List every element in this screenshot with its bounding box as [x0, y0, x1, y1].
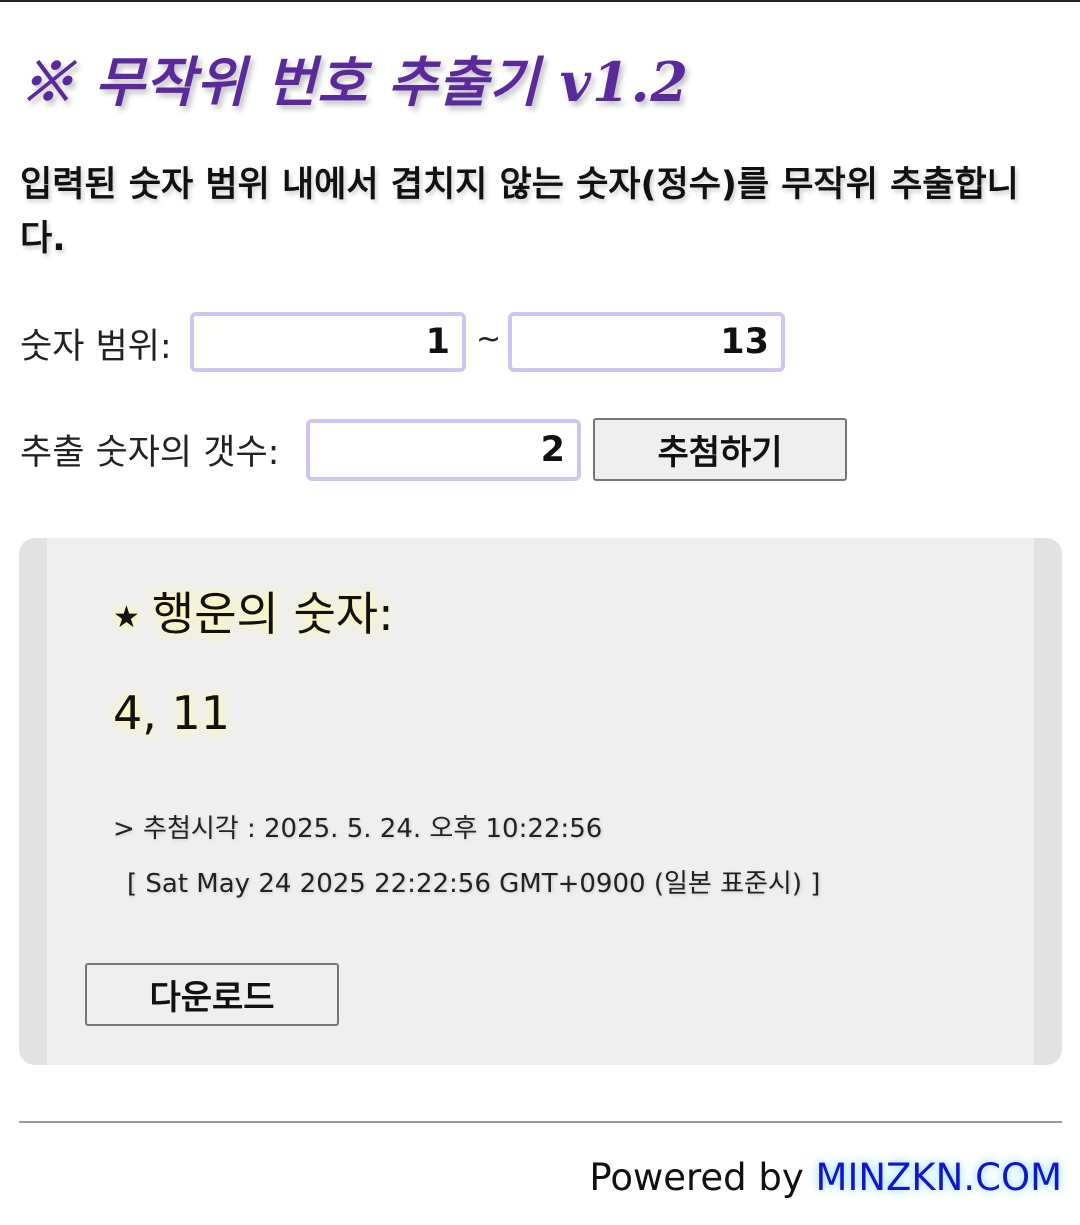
- range-separator: ~: [476, 322, 502, 357]
- count-input[interactable]: 2: [306, 419, 581, 481]
- draw-time: > 추첨시각 : 2025. 5. 24. 오후 10:22:56: [113, 814, 603, 844]
- lucky-numbers: 4, 11: [113, 686, 231, 740]
- result-panel: ★ 행운의 숫자: 4, 11 > 추첨시각 : 2025. 5. 24. 오후 …: [19, 538, 1062, 1065]
- draw-time-full: [ Sat May 24 2025 22:22:56 GMT+0900 (일본 …: [127, 869, 821, 899]
- footer-divider: [19, 1121, 1062, 1123]
- result-heading: ★ 행운의 숫자:: [113, 578, 394, 644]
- powered-by-text: Powered by: [589, 1156, 816, 1199]
- page: ※ 무작위 번호 추출기 v1.2 입력된 숫자 범위 내에서 겹치지 않는 숫…: [0, 0, 1080, 1225]
- site-link[interactable]: MINZKN.COM: [816, 1156, 1062, 1199]
- app-title: ※ 무작위 번호 추출기 v1.2: [20, 50, 689, 114]
- result-heading-text: 행운의 숫자:: [151, 587, 394, 641]
- app-description: 입력된 숫자 범위 내에서 겹치지 않는 숫자(정수)를 무작위 추출합니다.: [20, 165, 1019, 259]
- footer: Powered by MINZKN.COM: [589, 1156, 1062, 1199]
- range-min-value: 1: [425, 322, 450, 362]
- range-min-input[interactable]: 1: [190, 312, 466, 372]
- range-max-input[interactable]: 13: [508, 312, 785, 372]
- range-label: 숫자 범위:: [20, 327, 172, 367]
- range-max-value: 13: [720, 322, 769, 362]
- count-label: 추출 숫자의 갯수:: [20, 433, 280, 473]
- download-button[interactable]: 다운로드: [85, 963, 339, 1026]
- top-border: [0, 0, 1080, 2]
- star-icon: ★: [113, 600, 140, 635]
- count-value: 2: [540, 430, 565, 470]
- draw-button[interactable]: 추첨하기: [593, 418, 847, 481]
